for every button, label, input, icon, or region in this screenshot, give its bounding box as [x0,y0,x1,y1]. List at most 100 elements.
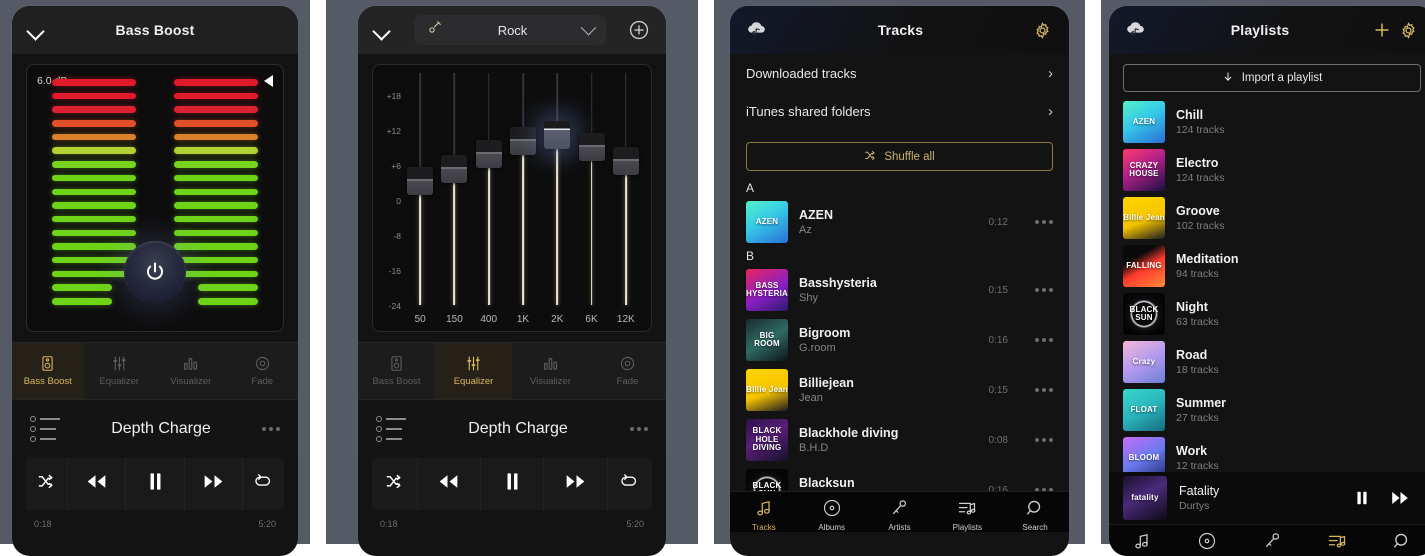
next-button[interactable] [543,458,608,510]
eq-knob[interactable] [475,139,502,168]
nav-search[interactable]: Search [1370,525,1425,556]
track-row[interactable]: Billie Jean Billiejean Jean 0:15 [730,365,1069,415]
previous-button[interactable] [66,458,127,510]
more-options-icon[interactable] [1035,288,1053,292]
playlist-row[interactable]: Billie Jean Groove 102 tracks [1109,194,1425,242]
tab-bass-boost[interactable]: Bass Boost [12,343,84,399]
chevron-down-icon[interactable] [372,19,394,41]
queue-list-icon[interactable] [376,416,406,442]
tab-visualizer[interactable]: Visualizer [512,343,589,399]
eq-band-150[interactable] [437,73,471,305]
gear-icon[interactable] [1395,17,1421,43]
eq-band-6K[interactable] [574,73,608,305]
bar-chart-icon [182,355,199,372]
eq-knob[interactable] [612,146,639,175]
track-artwork: BASS HYSTERIA [746,269,788,311]
preset-selector[interactable]: Rock [414,15,606,45]
more-options-icon[interactable] [1035,388,1053,392]
repeat-button[interactable] [608,458,653,510]
eq-band-50[interactable] [403,73,437,305]
chevron-down-icon[interactable] [26,19,48,41]
plus-circle-icon[interactable] [626,17,652,43]
eq-band-400[interactable] [472,73,506,305]
nav-albums[interactable]: Albums [1174,525,1239,556]
track-row[interactable]: BLACK HOLE DIVING Blackhole diving B.H.D 0:… [730,415,1069,465]
tracks-nav-row[interactable]: Downloaded tracks › [730,54,1069,92]
more-options-icon[interactable] [630,427,648,431]
nav-albums[interactable]: Albums [798,492,866,532]
gear-icon[interactable] [1029,17,1055,43]
playlist-meta: Night 63 tracks [1176,300,1219,328]
tracks-nav-row[interactable]: iTunes shared folders › [730,92,1069,130]
next-button[interactable] [183,458,244,510]
eq-band-12K[interactable] [609,73,643,305]
playlist-row[interactable]: CRAZY HOUSE Electro 124 tracks [1109,146,1425,194]
nav-tracks[interactable]: Tracks [1109,525,1174,556]
more-options-icon[interactable] [262,427,280,431]
more-options-icon[interactable] [1035,438,1053,442]
track-row[interactable]: BLACK SUN BlacksunBrice N 0:16 [730,465,1069,491]
track-artist: Az [799,224,812,236]
pause-icon[interactable] [1349,485,1375,511]
import-playlist-button[interactable]: Import a playlist [1123,64,1421,92]
shuffle-button[interactable] [26,458,67,510]
shuffle-all-button[interactable]: Shuffle all [746,142,1053,171]
phone-frame-3: Tracks Downloaded tracks › iTunes shared f… [730,6,1069,556]
playlist-row[interactable]: BLACK SUN Night 63 tracks [1109,290,1425,338]
track-artwork: AZEN [746,201,788,243]
bar-chart-icon [542,355,559,372]
nav-playlists[interactable]: Playlists [933,492,1001,532]
now-playing-title: Depth Charge [111,420,211,437]
power-icon[interactable] [124,241,186,303]
track-row[interactable]: BIG ROOM Bigroom G.room 0:16 [730,315,1069,365]
repeat-icon [620,472,639,496]
more-options-icon[interactable] [1035,220,1053,224]
tab-fade[interactable]: Fade [589,343,666,399]
eq-knob[interactable] [407,167,434,196]
mini-player-artist: Durtys [1179,500,1210,512]
playlist-row[interactable]: AZEN Chill 124 tracks [1109,98,1425,146]
nav-search[interactable]: Search [1001,492,1069,532]
next-icon[interactable] [1387,485,1413,511]
mini-player-meta: Fatality Durtys [1179,484,1337,512]
effect-tab-bar-2: Bass Boost Equalizer Visualizer Fade [358,342,666,400]
eq-knob[interactable] [578,132,605,161]
eq-knob[interactable] [544,120,571,149]
eq-band-2K[interactable] [540,73,574,305]
pause-button[interactable] [481,458,543,510]
meter-bar [52,106,136,113]
playlist-row[interactable]: Crazy Road 18 tracks [1109,338,1425,386]
playlist-list[interactable]: AZEN Chill 124 tracks CRAZY HOUSE Electro 124… [1109,98,1425,472]
tab-equalizer[interactable]: Equalizer [435,343,512,399]
previous-button[interactable] [416,458,481,510]
eq-knob[interactable] [509,126,536,155]
nav-artists[interactable]: Artists [866,492,934,532]
playlist-row[interactable]: FLOAT Summer 27 tracks [1109,386,1425,434]
plus-icon[interactable] [1369,17,1395,43]
mini-player[interactable]: fatality Fatality Durtys [1109,472,1425,524]
more-options-icon[interactable] [1035,338,1053,342]
equalizer-header: Rock [358,6,666,54]
repeat-button[interactable] [243,458,284,510]
playlist-row[interactable]: BLOOM Work 12 tracks [1109,434,1425,472]
more-options-icon[interactable] [1035,488,1053,491]
tab-equalizer[interactable]: Equalizer [84,343,156,399]
nav-playlists[interactable]: Playlists [1305,525,1370,556]
eq-band-1K[interactable] [506,73,540,305]
tab-bass-boost[interactable]: Bass Boost [358,343,435,399]
nav-label: Albums [818,523,846,532]
track-list[interactable]: A AZEN AZEN Az 0:12 B BASS HYSTERIA Basshysteri… [730,179,1069,491]
playlist-row[interactable]: FALLING Meditation 94 tracks [1109,242,1425,290]
pause-icon [501,470,524,498]
nav-tracks[interactable]: Tracks [730,492,798,532]
queue-list-icon[interactable] [30,416,60,442]
eq-knob[interactable] [441,154,468,183]
tab-visualizer[interactable]: Visualizer [155,343,227,399]
shuffle-button[interactable] [372,458,417,510]
pause-button[interactable] [126,458,183,510]
eq-band-label: 12K [616,314,635,325]
nav-artists[interactable]: Artists [1239,525,1304,556]
track-row[interactable]: BASS HYSTERIA Basshysteria Shy 0:15 [730,265,1069,315]
track-row[interactable]: AZEN AZEN Az 0:12 [730,197,1069,247]
tab-fade[interactable]: Fade [227,343,299,399]
